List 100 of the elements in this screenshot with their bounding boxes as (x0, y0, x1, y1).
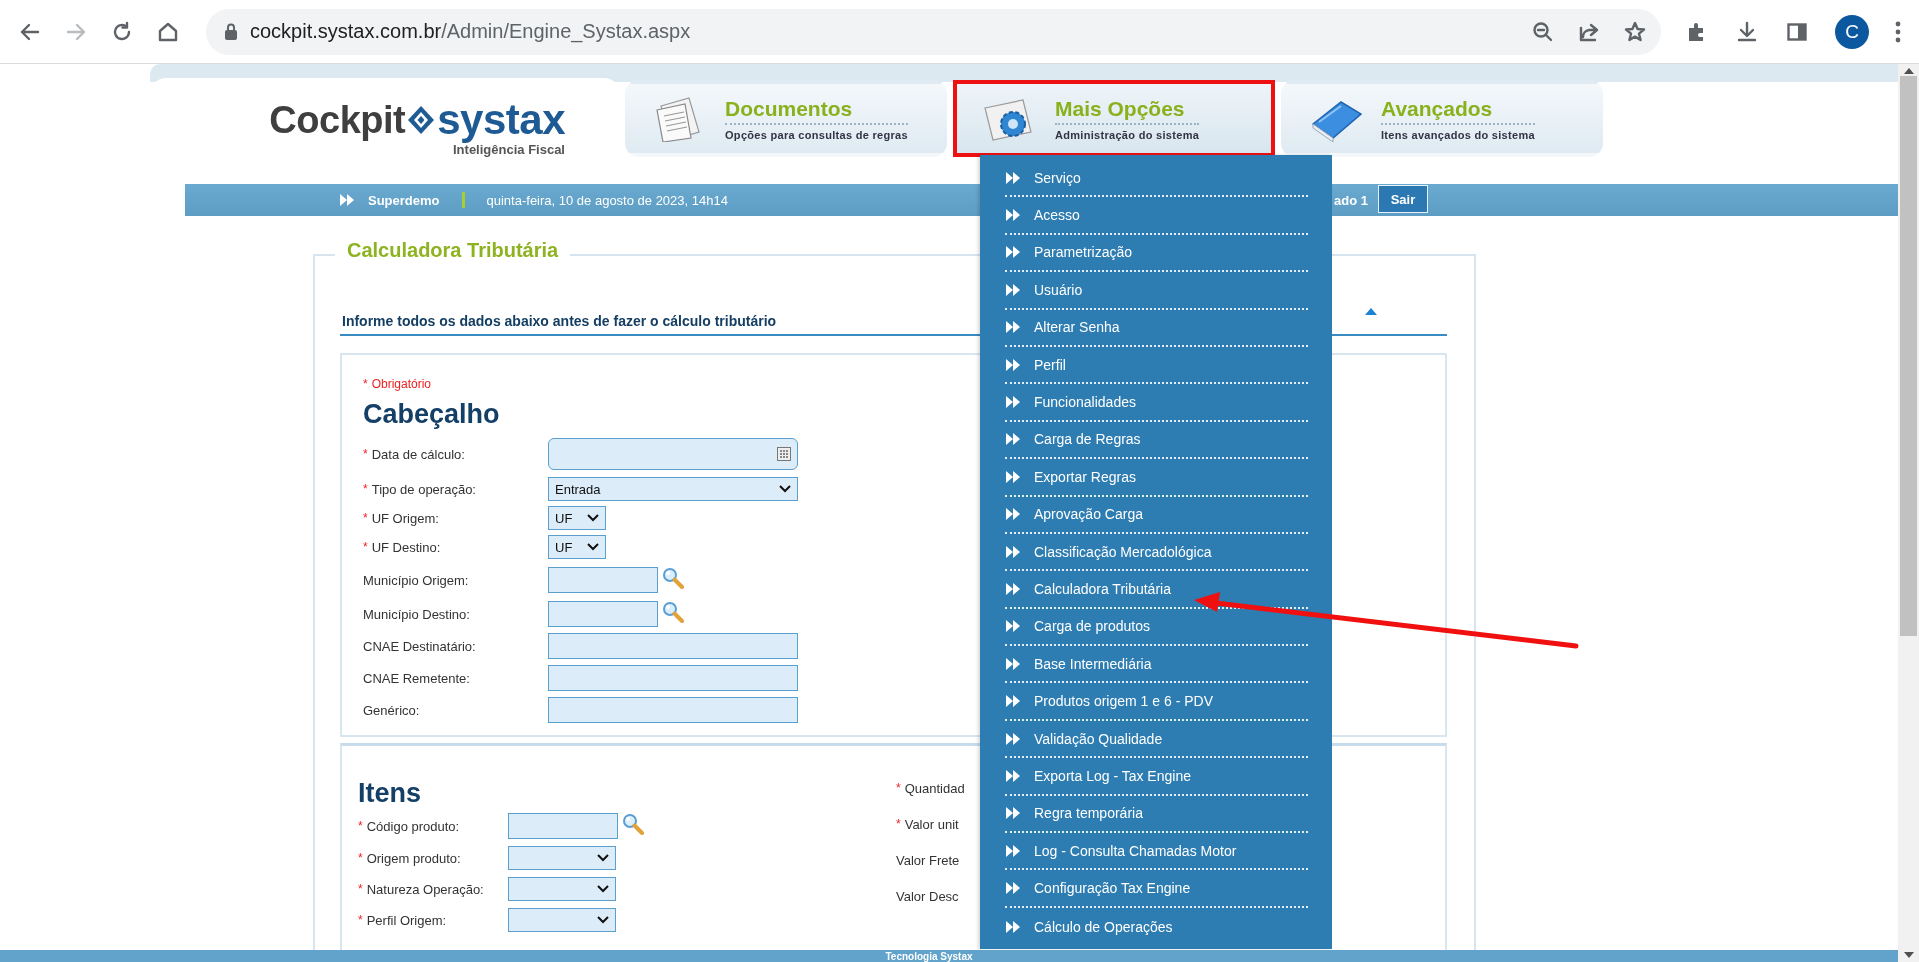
required-note: Obrigatório (371, 377, 432, 391)
double-arrow-icon (1006, 769, 1020, 782)
required-mark: * (363, 539, 368, 555)
menu-item[interactable]: Exporta Log - Tax Engine (1005, 758, 1308, 796)
required-mark: * (358, 912, 363, 928)
collapse-icon[interactable] (1365, 308, 1377, 315)
field-label: Código produto: (366, 818, 460, 834)
chevron-down-icon (587, 514, 599, 522)
menu-item[interactable]: Serviço (1005, 160, 1308, 198)
double-arrow-icon (1006, 695, 1020, 708)
double-arrow-icon (1006, 920, 1020, 933)
input-field[interactable] (548, 567, 658, 593)
chevron-down-icon (597, 885, 609, 893)
required-mark: * (363, 377, 368, 391)
double-arrow-icon (1006, 209, 1020, 222)
input-field[interactable] (508, 813, 618, 839)
field-label: Genérico: (363, 702, 420, 718)
required-mark: * (363, 446, 368, 462)
menu-item[interactable]: Log - Consulta Chamadas Motor (1005, 833, 1308, 871)
menu-item[interactable]: Classificação Mercadológica (1005, 533, 1308, 572)
menu-item[interactable]: Validação Qualidade (1005, 720, 1308, 759)
required-mark: * (358, 881, 363, 897)
input-field[interactable] (548, 601, 658, 627)
menu-item[interactable]: Produtos origem 1 e 6 - PDV (1005, 683, 1308, 721)
field-label: Valor Desc (896, 888, 959, 904)
double-arrow-icon (1006, 171, 1020, 184)
nav-tab[interactable]: Avançados Itens avançados do sistema (1281, 80, 1603, 157)
menu-item[interactable]: Exportar Regras (1005, 459, 1308, 497)
menu-item[interactable]: Base Intermediária (1005, 646, 1308, 684)
menu-item[interactable]: Usuário (1005, 272, 1308, 310)
required-mark: * (358, 818, 363, 834)
input-field[interactable] (548, 665, 798, 691)
input-field[interactable] (548, 697, 798, 723)
search-icon[interactable] (622, 813, 644, 835)
select-field[interactable]: UF (548, 506, 606, 530)
field-label: Data de cálculo: (371, 446, 465, 462)
menu-item[interactable]: Funcionalidades (1005, 384, 1308, 422)
profile-avatar[interactable]: C (1835, 14, 1869, 49)
nav-tab[interactable]: Mais Opções Administração do sistema (953, 80, 1275, 157)
calendar-icon[interactable] (777, 447, 791, 461)
menu-item[interactable]: Perfil (1005, 346, 1308, 385)
nav-tab[interactable]: Documentos Opções para consultas de regras (625, 80, 947, 157)
date-field[interactable] (548, 438, 798, 470)
double-arrow-icon (1006, 732, 1020, 745)
address-bar[interactable]: cockpit.systax.com.br/Admin/Engine_Systax.aspx (206, 8, 1661, 55)
double-arrow-icon (1006, 470, 1020, 483)
select-field[interactable]: UF (548, 535, 606, 559)
double-arrow-icon (1006, 882, 1020, 895)
double-arrow-icon (1006, 508, 1020, 521)
scrollbar-thumb[interactable] (1900, 76, 1917, 636)
download-icon[interactable] (1735, 19, 1759, 44)
double-arrow-icon (1006, 358, 1020, 371)
double-arrow-icon (1006, 620, 1020, 633)
lock-icon (224, 22, 238, 41)
menu-item[interactable]: Carga de produtos (1005, 608, 1308, 647)
menu-item[interactable]: Configuração Tax Engine (1005, 870, 1308, 908)
zoom-out-icon[interactable] (1531, 19, 1555, 44)
field-label: Perfil Origem: (366, 912, 447, 928)
required-mark: * (363, 481, 368, 497)
required-mark: * (896, 816, 901, 832)
menu-item[interactable]: Carga de Regras (1005, 421, 1308, 460)
field-label: Natureza Operação: (366, 881, 484, 897)
double-arrow-icon (1006, 321, 1020, 334)
instruction-text: Informe todos os dados abaixo antes de fazer o cálculo tributário (342, 313, 777, 329)
field-label: Município Destino: (363, 606, 470, 622)
input-field[interactable] (548, 633, 798, 659)
select-field[interactable] (508, 908, 616, 932)
select-field[interactable] (508, 846, 616, 870)
menu-icon[interactable] (1895, 20, 1901, 43)
menu-item[interactable]: Acesso (1005, 197, 1308, 235)
scroll-down-icon[interactable] (1903, 952, 1914, 958)
logo-tagline: Inteligência Fiscal (453, 142, 565, 157)
menu-item[interactable]: Cálculo de Operações (1005, 907, 1308, 946)
logo-text: systax (437, 96, 565, 144)
star-icon[interactable] (1623, 19, 1647, 44)
required-mark: * (363, 510, 368, 526)
menu-item[interactable]: Aprovação Carga (1005, 496, 1308, 534)
search-icon[interactable] (662, 567, 684, 589)
field-label: Tipo de operação: (371, 481, 476, 497)
double-arrow-icon (1006, 583, 1020, 595)
field-label: Origem produto: (366, 850, 461, 866)
date-text: quinta-feira, 10 de agosto de 2023, 14h14 (486, 192, 728, 208)
double-arrow-icon (1006, 844, 1020, 857)
menu-item[interactable]: Regra temporária (1005, 795, 1308, 834)
double-arrow-icon (1006, 283, 1020, 296)
chevron-down-icon (779, 485, 791, 493)
select-field[interactable]: Entrada (548, 477, 798, 501)
chevron-down-icon (597, 916, 609, 924)
search-icon[interactable] (662, 601, 684, 623)
menu-item[interactable]: Alterar Senha (1005, 309, 1308, 347)
double-arrow-icon (340, 194, 354, 206)
field-label: CNAE Destinatário: (363, 638, 476, 654)
scroll-up-icon[interactable] (1903, 68, 1914, 74)
menu-item[interactable]: Parametrização (1005, 234, 1308, 273)
double-arrow-icon (1006, 807, 1020, 820)
double-arrow-icon (1006, 545, 1020, 558)
logout-button[interactable]: Sair (1378, 185, 1428, 213)
select-field[interactable] (508, 877, 616, 901)
footer-text: Tecnologia Systax (885, 950, 973, 962)
status-text: ado 1 (1334, 192, 1368, 208)
